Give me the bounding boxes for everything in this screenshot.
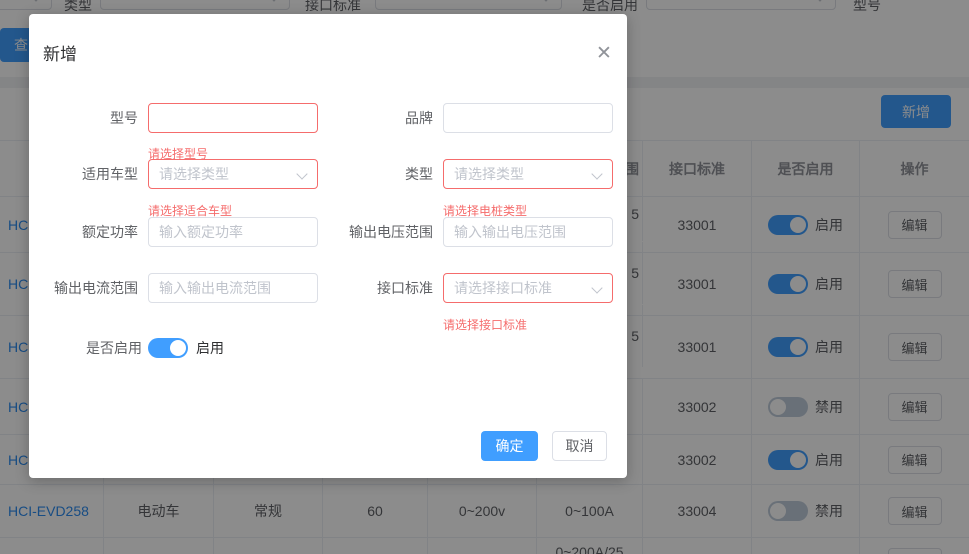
brand-field-label: 品牌	[324, 103, 433, 133]
current-field-label: 输出电流范围	[29, 273, 138, 303]
power-field-label: 额定功率	[29, 217, 138, 247]
voltage-field-label: 输出电压范围	[324, 217, 433, 247]
current-field[interactable]	[148, 273, 318, 303]
close-icon[interactable]: ✕	[590, 41, 618, 66]
vehicle-select-placeholder: 请选择类型	[159, 164, 229, 184]
chevron-down-icon	[591, 168, 602, 179]
enable-switch-label: 是否启用	[33, 333, 142, 363]
add-dialog: 新增 ✕ 型号 请选择型号 品牌 适用车型 请选择类型 请选择适合车型 类型 请…	[29, 14, 627, 478]
voltage-field[interactable]	[443, 217, 613, 247]
chevron-down-icon	[591, 282, 602, 293]
chevron-down-icon	[296, 168, 307, 179]
dialog-title: 新增	[43, 40, 77, 65]
standard-select-placeholder: 请选择接口标准	[454, 278, 552, 298]
model-field-label: 型号	[29, 103, 138, 133]
brand-field[interactable]	[443, 103, 613, 133]
enable-toggle[interactable]	[148, 338, 188, 358]
model-field[interactable]	[148, 103, 318, 133]
enable-state-label: 启用	[196, 333, 224, 363]
confirm-button[interactable]: 确定	[481, 431, 538, 461]
page: 类型 请选择类型 接口标准 请选择接口标准 是否启用 请选择是否启用 型号 查 …	[0, 0, 969, 554]
standard-select-label: 接口标准	[324, 273, 433, 303]
type-select-placeholder: 请选择类型	[454, 164, 524, 184]
type-select[interactable]: 请选择类型	[443, 159, 613, 189]
vehicle-select-label: 适用车型	[29, 159, 138, 189]
standard-select[interactable]: 请选择接口标准	[443, 273, 613, 303]
standard-select-error: 请选择接口标准	[443, 316, 527, 333]
type-select-label: 类型	[324, 159, 433, 189]
power-field[interactable]	[148, 217, 318, 247]
cancel-button[interactable]: 取消	[552, 431, 607, 461]
vehicle-select[interactable]: 请选择类型	[148, 159, 318, 189]
